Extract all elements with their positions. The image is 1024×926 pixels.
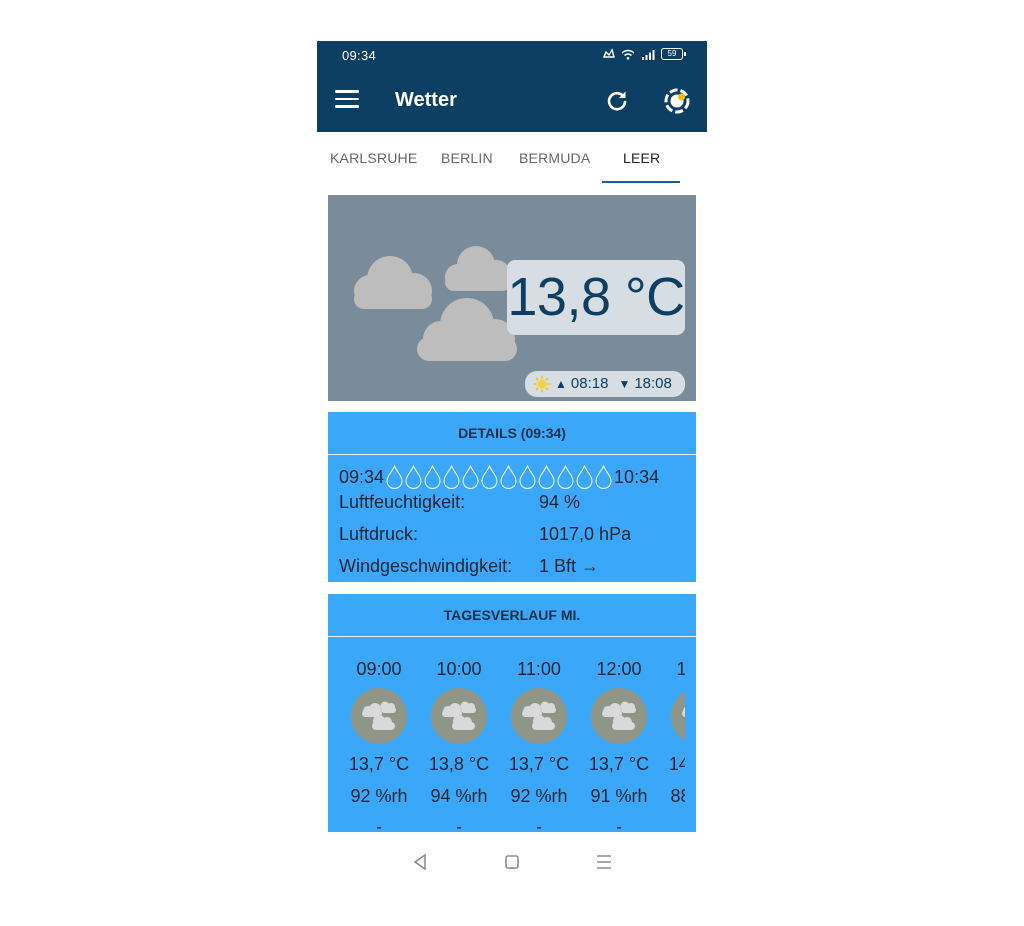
raindrop-icon — [538, 465, 555, 489]
hour-time: 10:00 — [436, 659, 482, 679]
menu-button[interactable] — [335, 90, 359, 112]
forecast-header: TAGESVERLAUF MI. — [328, 594, 696, 637]
raindrop-icon — [576, 465, 593, 489]
app-toolbar: Wetter — [317, 70, 707, 132]
cloudy-icon — [431, 688, 487, 744]
raindrop-icon — [462, 465, 479, 489]
hour-forecast-item: 12:00 13,7 °C 91 %rh - — [579, 656, 659, 832]
hour-time: 13:00 — [676, 659, 685, 679]
humidity-label: Luftfeuchtigkeit: — [339, 492, 466, 512]
wifi-icon — [621, 49, 635, 60]
hour-humidity: 92 %rh — [510, 786, 568, 806]
hour-precipitation: - — [659, 816, 685, 832]
hour-time: 11:00 — [517, 659, 561, 679]
hour-forecast-item: 11:00 13,7 °C 92 %rh - — [499, 656, 579, 832]
battery-icon: 59 — [661, 48, 686, 60]
tab-leer[interactable]: LEER — [623, 150, 660, 166]
hour-humidity: 92 %rh — [350, 786, 408, 806]
hour-temperature: 13,7 °C — [508, 754, 570, 774]
sunrise-arrow: ▲ — [555, 377, 567, 391]
precip-start-time: 09:34 — [339, 466, 385, 487]
recents-icon[interactable] — [592, 851, 616, 873]
humidity-value: 94 % — [539, 492, 581, 512]
hourly-forecast-list[interactable]: 09:00 13,7 °C 92 %rh -10:00 13,8 °C 94 %rh -11… — [328, 656, 685, 832]
phone-screen: 09:34 59 Wetter KARLSRUHE BERLIN BERMUDA… — [317, 41, 707, 885]
cloud-icon — [445, 246, 511, 291]
sunrise-time: 08:18 — [570, 375, 609, 392]
hour-precipitation: - — [376, 819, 382, 832]
cloudy-icon — [671, 688, 685, 744]
status-bar: 09:34 59 — [317, 41, 707, 70]
hour-precipitation: - — [456, 819, 462, 832]
hour-forecast-item: 10:00 13,8 °C 94 %rh - — [419, 656, 499, 832]
theme-icon[interactable] — [663, 87, 691, 115]
raindrop-icon — [519, 465, 536, 489]
app-title: Wetter — [395, 89, 457, 111]
hour-time: 12:00 — [596, 659, 642, 679]
hour-time: 09:00 — [356, 659, 402, 679]
daily-forecast-card: TAGESVERLAUF MI. 09:00 13,7 °C 92 %rh -10:0… — [328, 594, 696, 832]
hour-temperature: 13,7 °C — [588, 754, 650, 774]
home-icon[interactable] — [500, 851, 524, 873]
precip-end-time: 10:34 — [614, 466, 660, 487]
hour-temperature: 13,7 °C — [348, 754, 410, 774]
raindrop-icon — [386, 465, 403, 489]
raindrop-icon — [443, 465, 460, 489]
hour-humidity: 88 %rh — [670, 786, 685, 806]
details-card: DETAILS (09:34) 09:34 10:34 Luftfeuchtig… — [328, 412, 696, 582]
hour-precipitation: - — [536, 819, 542, 832]
hour-forecast-item: 09:00 13,7 °C 92 %rh - — [339, 656, 419, 832]
precipitation-row: 09:34 10:34 — [339, 465, 689, 489]
raindrop-icon — [424, 465, 441, 489]
hour-forecast-item: 13:00 14,0 °C 88 %rh - — [659, 656, 685, 832]
status-time: 09:34 — [342, 48, 377, 63]
raindrop-icon — [557, 465, 574, 489]
refresh-icon[interactable] — [604, 88, 630, 114]
cloudy-icon — [351, 688, 407, 744]
raindrop-icon — [405, 465, 422, 489]
pressure-label: Luftdruck: — [339, 524, 419, 544]
hour-humidity: 94 %rh — [430, 786, 488, 806]
hour-temperature: 13,8 °C — [428, 754, 490, 774]
raindrop-icon — [481, 465, 498, 489]
hour-temperature: 14,0 °C — [668, 754, 685, 774]
current-temperature: 13,8 °C — [507, 260, 685, 335]
data-saver-icon — [603, 48, 615, 58]
hour-precipitation: - — [616, 819, 622, 832]
details-header: DETAILS (09:34) — [328, 412, 696, 455]
status-icons: 59 — [603, 48, 686, 60]
sunset-time: 18:08 — [634, 375, 672, 392]
raindrop-icon — [500, 465, 517, 489]
raindrop-icon — [595, 465, 612, 489]
cloudy-icon — [511, 688, 567, 744]
location-tabs: KARLSRUHE BERLIN BERMUDA LEER — [317, 132, 707, 183]
tab-indicator — [602, 181, 680, 183]
precipitation-drops — [385, 465, 613, 489]
hour-humidity: 91 %rh — [590, 786, 648, 806]
wind-label: Windgeschwindigkeit: — [339, 556, 513, 576]
tab-karlsruhe[interactable]: KARLSRUHE — [330, 150, 417, 166]
sun-times: ▲ 08:18 ▼ 18:08 — [525, 371, 685, 397]
wind-value: 1 Bft → — [539, 556, 600, 576]
signal-icon — [642, 49, 655, 60]
back-icon[interactable] — [408, 851, 432, 873]
current-weather-panel: 13,8 °C ▲ 08:18 ▼ 18:08 — [328, 195, 696, 401]
sunset-arrow: ▼ — [618, 377, 631, 391]
sun-icon — [533, 375, 551, 393]
tab-berlin[interactable]: BERLIN — [441, 150, 493, 166]
cloudy-icon — [591, 688, 647, 744]
system-nav-bar — [317, 841, 707, 885]
tab-bermuda[interactable]: BERMUDA — [519, 150, 590, 166]
pressure-value: 1017,0 hPa — [539, 524, 632, 544]
cloud-icon — [417, 298, 517, 361]
